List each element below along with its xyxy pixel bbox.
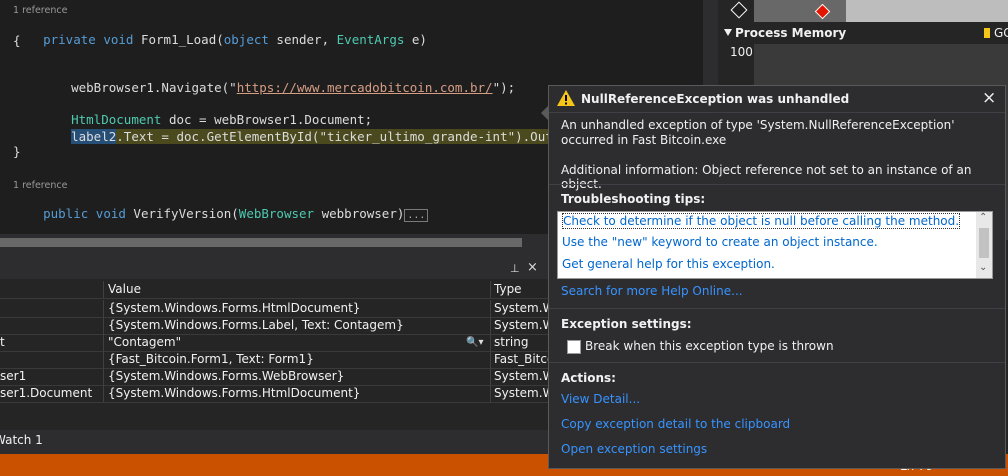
code-token: EventArgs [336, 32, 405, 47]
editor-scroll-thumb[interactable] [0, 238, 522, 247]
watch-row[interactable]: {System.Windows.Forms.Label, Text: Conta… [0, 317, 548, 335]
scroll-thumb[interactable] [979, 228, 989, 258]
watch-value[interactable]: {System.Windows.Forms.Label, Text: Conta… [108, 317, 490, 334]
break-when-thrown-checkbox[interactable] [567, 340, 581, 354]
process-memory-title[interactable]: Process Memory [735, 26, 846, 40]
code-brace-open: { [13, 33, 21, 48]
tip-link[interactable]: Check to determine if the object is null… [562, 213, 961, 229]
search-help-online-link[interactable]: Search for more Help Online... [561, 284, 743, 298]
code-line-form1-load[interactable]: private void Form1_Load(object sender, E… [13, 16, 427, 64]
watch-row[interactable]: t "Contagem" 🔍▾ string [0, 334, 548, 352]
watch-name[interactable]: t [0, 334, 103, 351]
watch-panel: Value Type {System.Windows.Forms.HtmlDoc… [0, 279, 548, 430]
panel-splitter[interactable] [0, 251, 548, 261]
watch-value[interactable]: {Fast_Bitcoin.Form1, Text: Form1} [108, 351, 490, 368]
exception-helper-popup: NullReferenceException was unhandled × A… [548, 85, 1006, 469]
code-line-exception[interactable]: label2.Text = doc.GetElementById("ticker… [41, 113, 606, 161]
additional-information: Additional information: Object reference… [561, 163, 972, 191]
code-token: "); [492, 80, 516, 95]
watch-type: Fast_Bitco [494, 352, 548, 366]
pin-icon[interactable]: ⊥ [510, 262, 520, 275]
exception-message: An unhandled exception of type 'System.N… [561, 118, 955, 147]
code-token: WebBrowser [238, 206, 315, 221]
watch-type: string [494, 335, 529, 349]
actions-header: Actions: [561, 371, 616, 385]
break-when-thrown-label[interactable]: Break when this exception type is thrown [585, 339, 834, 353]
watch-row[interactable]: {Fast_Bitcoin.Form1, Text: Form1} Fast_B… [0, 351, 548, 369]
gc-marker-icon [984, 28, 990, 38]
troubleshooting-tips-header: Troubleshooting tips: [561, 192, 706, 206]
exception-settings-header: Exception settings: [561, 317, 692, 331]
scroll-down-icon[interactable]: ⌄ [979, 262, 987, 273]
watch-row[interactable]: ser1.Document {System.Windows.Forms.Html… [0, 385, 548, 403]
watch-type: System.W [494, 369, 548, 383]
column-header-value[interactable]: Value [108, 281, 490, 298]
collapse-triangle-icon[interactable] [724, 29, 732, 36]
watch-value[interactable]: "Contagem" [108, 334, 490, 351]
troubleshooting-tips-list[interactable]: Check to determine if the object is null… [557, 211, 993, 279]
watch-header-row: Value Type [0, 281, 548, 299]
view-detail-link[interactable]: View Detail... [561, 392, 640, 406]
code-token: sender, [268, 32, 337, 47]
code-brace-close: } [13, 144, 21, 159]
close-icon[interactable]: × [527, 260, 538, 275]
code-token: void [95, 206, 126, 221]
tab-watch-1[interactable]: Watch 1 [0, 433, 43, 447]
code-token: void [103, 32, 134, 47]
watch-row[interactable]: ser1 {System.Windows.Forms.WebBrowser} S… [0, 368, 548, 386]
scroll-up-icon[interactable]: ⌃ [979, 212, 987, 223]
code-token-highlighted: .Text = doc.GetElementById("ticker_ultim… [116, 129, 606, 144]
code-token: public [43, 206, 89, 221]
code-token: Form1_Load( [133, 32, 224, 47]
code-token: webBrowser1.Navigate(" [71, 80, 237, 95]
collapsed-region-button[interactable]: ... [404, 209, 429, 222]
watch-type: System.W [494, 386, 548, 400]
code-url-link[interactable]: https://www.mercadobitcoin.com.br/ [237, 80, 493, 95]
gc-legend-label: GC [994, 26, 1008, 40]
text-visualizer-icon[interactable]: 🔍▾ [466, 334, 483, 351]
watch-row[interactable]: {System.Windows.Forms.HtmlDocument} Syst… [0, 300, 548, 318]
open-exception-settings-link[interactable]: Open exception settings [561, 442, 707, 456]
column-header-type[interactable]: Type [494, 281, 548, 298]
tip-link[interactable]: Get general help for this exception. [562, 257, 775, 271]
code-token: webbrowser) [314, 206, 405, 221]
watch-value[interactable]: {System.Windows.Forms.HtmlDocument} [108, 385, 490, 402]
watch-panel-toolbar: ⊥ × [0, 260, 548, 279]
watch-name[interactable]: ser1.Document [0, 385, 103, 402]
tips-scrollbar[interactable]: ⌃ ⌄ [976, 212, 992, 278]
close-icon[interactable]: × [982, 88, 996, 108]
code-token-selected: label2 [71, 129, 117, 144]
process-memory-axis-label: 100 [730, 45, 753, 59]
code-token: VerifyVersion( [125, 206, 239, 221]
copy-exception-detail-link[interactable]: Copy exception detail to the clipboard [561, 417, 790, 431]
watch-value[interactable]: {System.Windows.Forms.WebBrowser} [108, 368, 490, 385]
code-token: object [223, 32, 269, 47]
watch-tab-strip: Watch 1 [0, 430, 548, 454]
watch-type: System.W [494, 301, 548, 315]
timeline-selection[interactable] [846, 0, 1008, 22]
code-token: private [43, 32, 96, 47]
code-token: e) [404, 32, 427, 47]
watch-type: System.W [494, 318, 548, 332]
code-line-verify-version[interactable]: public void VerifyVersion(WebBrowser web… [13, 190, 429, 240]
tip-link[interactable]: Use the "new" keyword to create an objec… [562, 235, 878, 249]
watch-value[interactable]: {System.Windows.Forms.HtmlDocument} [108, 300, 490, 317]
warning-icon [557, 90, 575, 106]
exception-title: NullReferenceException was unhandled [581, 92, 850, 106]
watch-name[interactable]: ser1 [0, 368, 103, 385]
